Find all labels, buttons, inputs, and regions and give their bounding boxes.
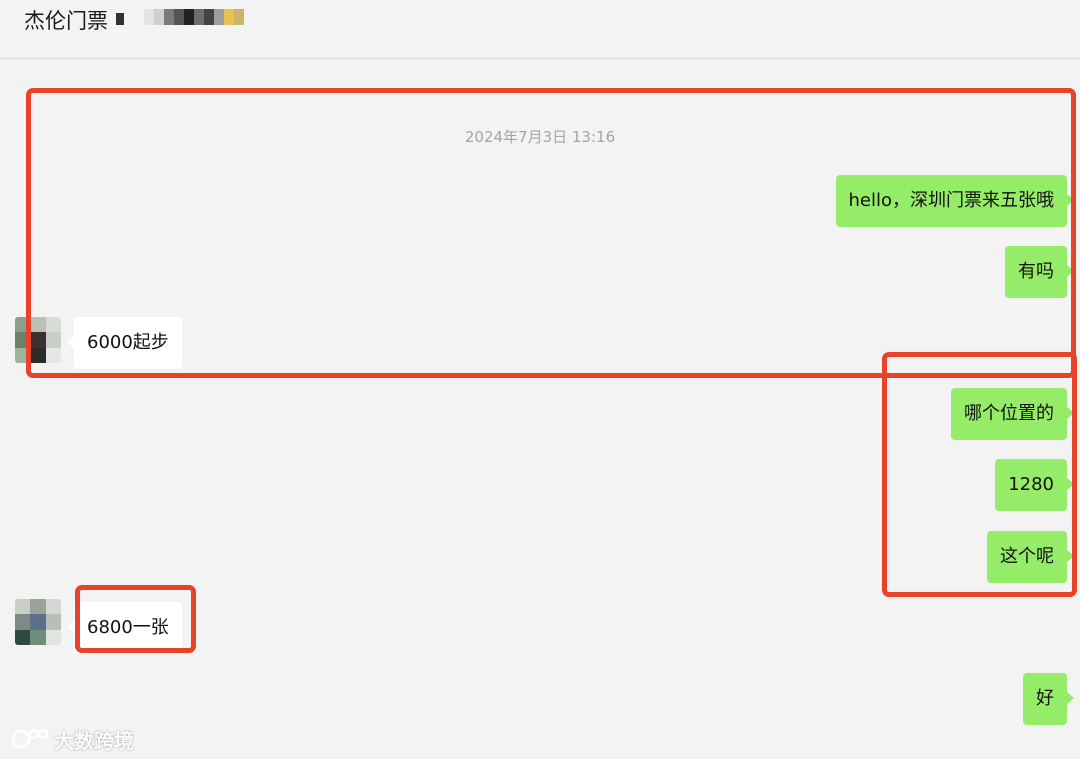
highlight-box [26, 88, 1076, 378]
highlight-box [75, 585, 196, 653]
watermark: 大数跨境 [10, 724, 134, 754]
watermark-text: 大数跨境 [54, 728, 134, 753]
highlight-box [882, 352, 1077, 597]
blurred-name-pixels [116, 9, 244, 25]
chat-title: 杰伦门票 [24, 9, 108, 33]
outgoing-message[interactable]: 好 [1023, 673, 1074, 725]
contact-avatar[interactable] [15, 599, 61, 645]
chat-header: 杰伦门票 [0, 0, 1080, 59]
logo-icon [11, 729, 48, 749]
